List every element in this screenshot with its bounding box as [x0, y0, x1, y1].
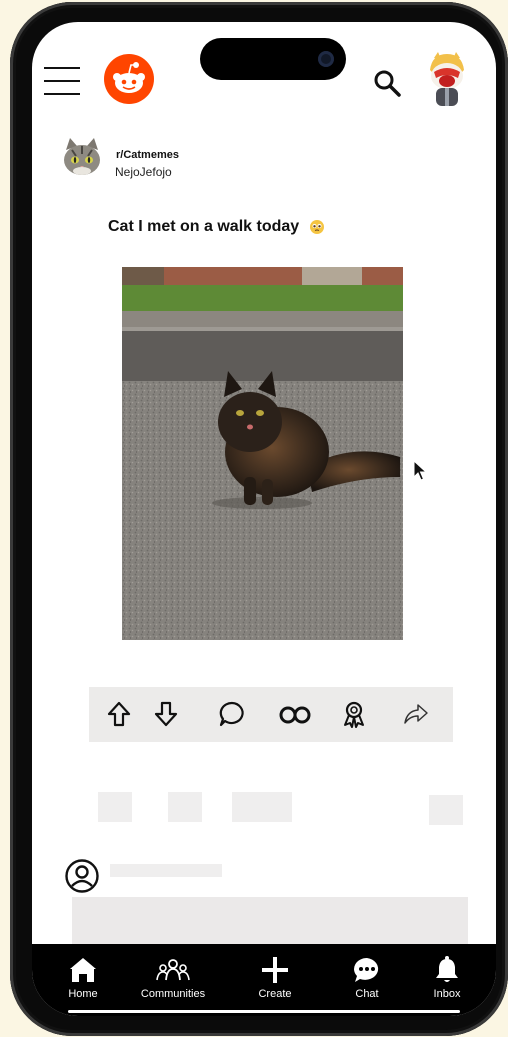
- comment-button[interactable]: [217, 699, 247, 729]
- skeleton-placeholder: [168, 792, 202, 822]
- user-avatar[interactable]: [422, 50, 472, 106]
- downvote-button[interactable]: [151, 699, 181, 729]
- mouse-cursor-icon: [413, 459, 428, 482]
- skeleton-placeholder: [110, 864, 222, 877]
- nav-chat-label: Chat: [355, 988, 379, 1000]
- plus-icon: [262, 957, 288, 983]
- dynamic-island: [200, 38, 346, 80]
- upvote-button[interactable]: [104, 699, 134, 729]
- skeleton-placeholder: [429, 795, 463, 825]
- nav-inbox[interactable]: Inbox: [402, 956, 492, 1000]
- nav-communities-label: Communities: [140, 988, 206, 1000]
- nav-inbox-label: Inbox: [433, 988, 461, 1000]
- comment-user-icon: [64, 858, 100, 899]
- arrow-up-icon: [107, 701, 131, 727]
- subreddit-avatar[interactable]: [62, 136, 102, 178]
- post-author[interactable]: NejoJefojo: [115, 165, 172, 179]
- bell-icon: [436, 956, 458, 982]
- reddit-logo[interactable]: [104, 54, 154, 104]
- infinity-icon: [279, 706, 311, 724]
- share-button[interactable]: [401, 699, 431, 729]
- skeleton-placeholder: [98, 792, 132, 822]
- hamburger-icon[interactable]: [44, 67, 80, 95]
- nav-communities[interactable]: Communities: [128, 956, 218, 1000]
- arrow-down-icon: [154, 701, 178, 727]
- post-action-bar: [89, 687, 453, 742]
- communities-icon: [156, 959, 190, 981]
- share-arrow-icon: [404, 704, 428, 724]
- crosspost-button[interactable]: [277, 699, 313, 729]
- front-camera: [318, 51, 334, 67]
- nav-home-label: Home: [68, 988, 98, 1000]
- skeleton-placeholder: [232, 792, 292, 822]
- post-header: r/Catmemes NejoJefojo: [62, 136, 482, 186]
- phone-frame: r/Catmemes NejoJefojo Cat I met on a wal…: [10, 2, 508, 1036]
- post-image[interactable]: [122, 267, 403, 640]
- home-indicator: [68, 1010, 460, 1013]
- nav-chat[interactable]: Chat: [322, 956, 412, 1000]
- speech-bubble-icon: [219, 701, 244, 727]
- post-title-text: Cat I met on a walk today: [108, 218, 300, 235]
- chat-bubble-icon: [354, 958, 379, 982]
- post-title[interactable]: Cat I met on a walk today: [108, 218, 324, 236]
- nav-create-label: Create: [258, 988, 292, 1000]
- pleading-face-emoji: [309, 219, 324, 234]
- search-icon[interactable]: [372, 68, 402, 98]
- app-screen: r/Catmemes NejoJefojo Cat I met on a wal…: [32, 22, 496, 1016]
- subreddit-name[interactable]: r/Catmemes: [116, 149, 179, 161]
- award-ribbon-icon: [344, 701, 364, 728]
- nav-create[interactable]: Create: [230, 956, 320, 1000]
- bottom-nav: Home Communities Create Chat Inbox: [32, 944, 496, 1016]
- nav-home[interactable]: Home: [38, 956, 128, 1000]
- home-icon: [70, 958, 96, 982]
- award-button[interactable]: [339, 699, 369, 729]
